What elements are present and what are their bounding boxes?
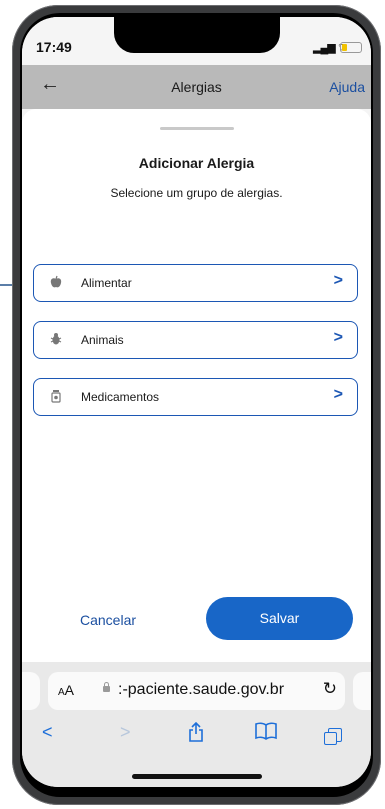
bottom-sheet: Adicionar Alergia Selecione um grupo de … bbox=[22, 109, 371, 662]
home-indicator bbox=[132, 774, 262, 779]
status-bar: 17:49 ▂▄▆ ︎⌔ bbox=[22, 17, 371, 65]
address-bar[interactable]: AA :-paciente.saude.gov.br ↻ bbox=[48, 672, 345, 710]
bug-icon bbox=[49, 332, 63, 348]
back-icon[interactable]: < bbox=[42, 722, 53, 743]
url-text: :-paciente.saude.gov.br bbox=[118, 681, 285, 698]
lock-icon bbox=[103, 682, 110, 692]
status-time: 17:49 bbox=[36, 39, 72, 55]
save-button[interactable]: Salvar bbox=[206, 597, 353, 640]
chevron-right-icon: > bbox=[333, 386, 343, 403]
option-animais[interactable]: Animais > bbox=[33, 321, 358, 359]
reload-icon[interactable]: ↻ bbox=[323, 679, 337, 699]
sheet-title: Adicionar Alergia bbox=[138, 155, 255, 171]
share-icon[interactable] bbox=[188, 721, 204, 747]
text-size-button[interactable]: AA bbox=[58, 682, 74, 698]
option-label: Animais bbox=[81, 333, 124, 347]
safari-toolbar: AA :-paciente.saude.gov.br ↻ < > bbox=[22, 662, 371, 787]
next-tab-preview[interactable] bbox=[353, 672, 371, 710]
option-alimentar[interactable]: Alimentar > bbox=[33, 264, 358, 302]
chevron-right-icon: > bbox=[333, 329, 343, 346]
option-label: Alimentar bbox=[81, 276, 132, 290]
option-label: Medicamentos bbox=[81, 390, 160, 404]
help-link[interactable]: Ajuda bbox=[329, 79, 365, 95]
sheet-handle[interactable] bbox=[160, 127, 234, 130]
forward-icon[interactable]: > bbox=[120, 722, 131, 743]
previous-tab-preview[interactable] bbox=[22, 672, 40, 710]
nav-bar: ← Alergias Ajuda bbox=[22, 65, 371, 109]
pill-bottle-icon bbox=[49, 389, 63, 405]
bookmarks-icon[interactable] bbox=[255, 722, 277, 745]
phone-screen: 17:49 ▂▄▆ ︎⌔ ← Alergias Ajuda Adicionar … bbox=[22, 17, 371, 787]
cancel-button[interactable]: Cancelar bbox=[80, 612, 136, 628]
option-medicamentos[interactable]: Medicamentos > bbox=[33, 378, 358, 416]
page-title: Alergias bbox=[171, 79, 222, 95]
battery-icon bbox=[340, 42, 362, 53]
chevron-right-icon: > bbox=[333, 272, 343, 289]
notch bbox=[114, 17, 280, 53]
apple-icon bbox=[49, 275, 63, 291]
tabs-icon[interactable] bbox=[324, 726, 342, 747]
sheet-subtitle: Selecione um grupo de alergias. bbox=[110, 186, 283, 200]
